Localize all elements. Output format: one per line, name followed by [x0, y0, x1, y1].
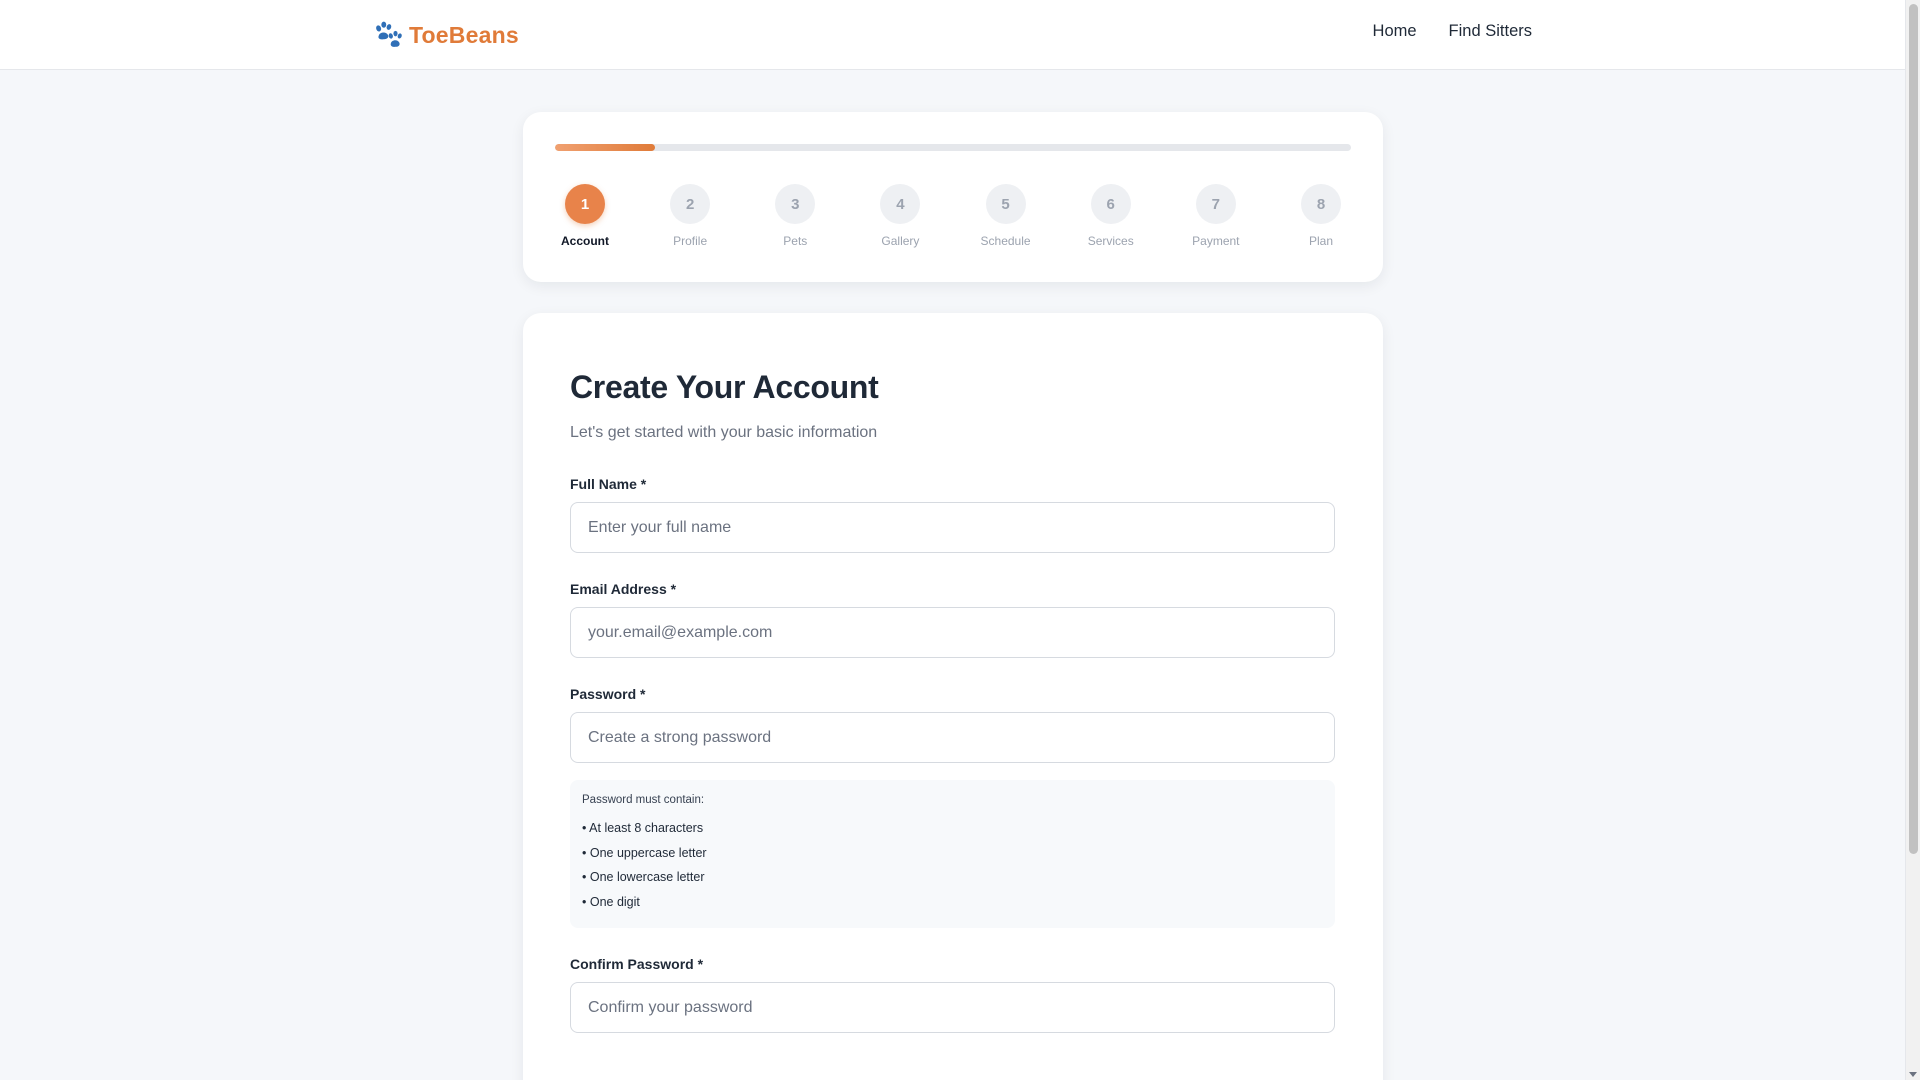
step-label: Services — [1087, 234, 1134, 248]
password-label: Password * — [570, 686, 646, 702]
page-title: Create Your Account — [570, 369, 879, 405]
step-list: 1 Account 2 Profile 3 Pets 4 Gallery 5 S… — [555, 184, 1351, 254]
step-plan[interactable]: 8 Plan — [1291, 184, 1351, 254]
requirement-item: • At least 8 characters — [582, 821, 704, 835]
email-input[interactable] — [570, 607, 1335, 658]
step-profile[interactable]: 2 Profile — [660, 184, 720, 254]
step-number: 4 — [880, 184, 921, 224]
step-label: Pets — [783, 234, 808, 248]
password-group: Password * — [570, 686, 1335, 763]
password-input[interactable] — [570, 712, 1335, 763]
step-number: 1 — [565, 184, 605, 224]
progress-bar — [555, 144, 1351, 151]
brand-logo[interactable]: ToeBeans — [373, 18, 519, 52]
step-label: Payment — [1192, 234, 1240, 248]
step-number: 2 — [670, 184, 711, 224]
confirm-password-input[interactable] — [570, 982, 1335, 1033]
confirm-password-group: Confirm Password * — [570, 956, 1335, 1033]
brand-name: ToeBeans — [409, 21, 519, 48]
account-form: Create Your Account Let's get started wi… — [570, 369, 1335, 1033]
email-label: Email Address * — [570, 581, 677, 597]
step-pets[interactable]: 3 Pets — [765, 184, 825, 254]
password-requirements: Password must contain: • At least 8 char… — [570, 780, 1335, 928]
full-name-input[interactable] — [570, 502, 1335, 553]
step-label: Gallery — [881, 234, 920, 248]
page-scrollbar[interactable] — [1905, 0, 1920, 1080]
step-schedule[interactable]: 5 Schedule — [976, 184, 1036, 254]
account-form-card: Create Your Account Let's get started wi… — [523, 313, 1383, 1080]
step-label: Profile — [673, 234, 708, 248]
nav-home[interactable]: Home — [1373, 22, 1417, 41]
step-label: Account — [561, 234, 609, 248]
progress-card: 1 Account 2 Profile 3 Pets 4 Gallery 5 S… — [523, 112, 1383, 282]
step-gallery[interactable]: 4 Gallery — [870, 184, 930, 254]
step-services[interactable]: 6 Services — [1081, 184, 1141, 254]
password-requirements-title: Password must contain: — [582, 794, 705, 806]
paw-icon — [376, 21, 402, 47]
requirement-item: • One lowercase letter — [582, 870, 705, 884]
step-number: 7 — [1195, 184, 1236, 224]
step-account[interactable]: 1 Account — [555, 184, 615, 254]
step-number: 6 — [1090, 184, 1131, 224]
requirement-item: • One uppercase letter — [582, 845, 707, 860]
confirm-password-label: Confirm Password * — [570, 956, 704, 972]
email-group: Email Address * — [570, 581, 1335, 658]
site-header: ToeBeans Home Find Sitters — [0, 0, 1905, 70]
step-number: 5 — [985, 184, 1026, 224]
full-name-label: Full Name * — [570, 476, 647, 492]
full-name-group: Full Name * — [570, 476, 1335, 553]
progress-bar-fill — [555, 144, 655, 151]
step-label: Plan — [1308, 234, 1333, 248]
scroll-down-arrow-icon[interactable] — [1909, 1072, 1917, 1077]
step-number: 3 — [775, 184, 816, 224]
page-subtitle: Let's get started with your basic inform… — [570, 424, 878, 441]
step-label: Schedule — [980, 234, 1031, 248]
scrollbar-thumb[interactable] — [1909, 4, 1918, 854]
requirement-item: • One digit — [582, 894, 640, 909]
main-nav: Home Find Sitters — [1373, 22, 1532, 41]
step-payment[interactable]: 7 Payment — [1186, 184, 1246, 254]
password-requirements-list: • At least 8 characters • One uppercase … — [582, 816, 1323, 914]
step-number: 8 — [1300, 184, 1341, 224]
nav-find-sitters[interactable]: Find Sitters — [1449, 22, 1532, 41]
